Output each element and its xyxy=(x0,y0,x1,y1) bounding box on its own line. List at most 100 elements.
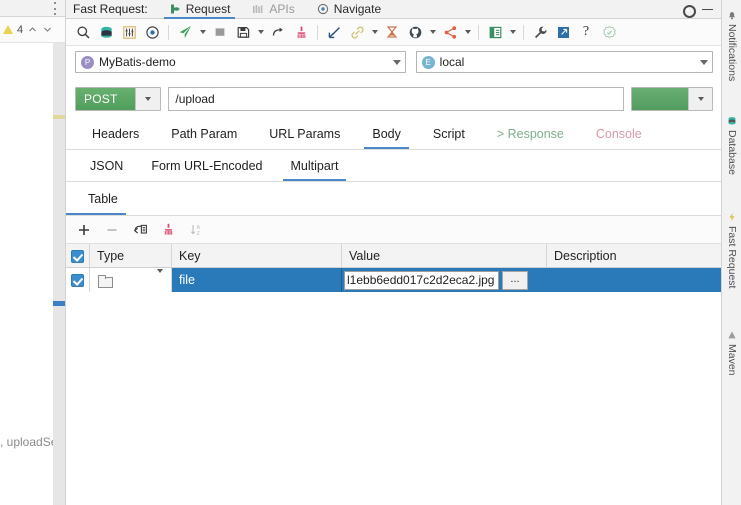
tab-script[interactable]: Script xyxy=(417,118,481,149)
editor-tab-bar xyxy=(0,0,65,17)
svg-text:Z: Z xyxy=(196,231,200,237)
url-input[interactable] xyxy=(168,87,624,111)
tab-response[interactable]: > Response xyxy=(481,118,580,149)
clear-broom-icon[interactable] xyxy=(158,220,178,240)
remove-row-icon[interactable] xyxy=(102,220,122,240)
tab-form-url-encoded-label: Form URL-Encoded xyxy=(151,158,263,173)
send-dropdown-icon[interactable] xyxy=(688,88,713,110)
gear-icon[interactable] xyxy=(682,4,696,18)
more-options-icon[interactable] xyxy=(53,2,56,15)
github-dropdown-icon[interactable] xyxy=(427,21,438,43)
tab-json[interactable]: JSON xyxy=(76,150,137,181)
tab-body[interactable]: Body xyxy=(356,118,417,149)
sidebar-item-fast-request-label: Fast Request xyxy=(726,226,738,289)
environment-combo[interactable]: E local xyxy=(415,51,713,73)
editor-scrollbar[interactable] xyxy=(53,43,65,505)
help-icon[interactable]: ? xyxy=(575,21,597,43)
tab-apis[interactable]: APIs xyxy=(241,0,305,19)
clear-broom-icon[interactable] xyxy=(290,21,312,43)
apis-icon xyxy=(252,3,264,15)
export-dropdown-icon[interactable] xyxy=(507,21,518,43)
expand-icon[interactable] xyxy=(552,21,574,43)
database-icon[interactable] xyxy=(95,21,117,43)
scrollbar-caret-mark xyxy=(53,301,65,306)
tab-form-url-encoded[interactable]: Form URL-Encoded xyxy=(137,150,276,181)
project-combo[interactable]: P MyBatis-demo xyxy=(75,51,406,73)
github-icon[interactable] xyxy=(404,21,426,43)
chevron-down-icon[interactable] xyxy=(700,59,708,65)
fast-request-tool-window: Fast Request: Request APIs Navigate ? P … xyxy=(65,0,722,505)
tab-path-param-label: Path Param xyxy=(171,126,238,141)
tab-multipart[interactable]: Multipart xyxy=(277,150,353,181)
link-dropdown-icon[interactable] xyxy=(369,21,380,43)
sidebar-item-maven[interactable]: Maven xyxy=(722,326,741,376)
browse-file-button[interactable]: ... xyxy=(502,270,528,290)
editor-content[interactable]: , uploadSe xyxy=(0,43,65,505)
file-path-input[interactable] xyxy=(344,270,499,290)
tab-path-param[interactable]: Path Param xyxy=(155,118,253,149)
header-type[interactable]: Type xyxy=(90,244,172,268)
send-plane-icon[interactable] xyxy=(174,21,196,43)
tab-navigate[interactable]: Navigate xyxy=(306,0,392,19)
http-method-combo[interactable]: POST xyxy=(75,87,162,111)
certified-icon[interactable] xyxy=(598,21,620,43)
http-method-dropdown-icon[interactable] xyxy=(135,88,161,110)
collapse-icon[interactable] xyxy=(323,21,345,43)
table-row[interactable]: file ... xyxy=(66,268,722,292)
row-type-cell[interactable] xyxy=(90,268,172,292)
header-value[interactable]: Value xyxy=(342,244,547,268)
share-icon[interactable] xyxy=(439,21,461,43)
row-checkbox[interactable] xyxy=(71,273,84,287)
hourglass-icon[interactable] xyxy=(381,21,403,43)
toolbar-separator xyxy=(168,24,169,40)
sidebar-item-notifications[interactable]: Notifications xyxy=(722,6,741,81)
tab-url-params[interactable]: URL Params xyxy=(253,118,356,149)
wrench-icon[interactable] xyxy=(529,21,551,43)
scrollbar-warning-mark xyxy=(53,115,65,119)
save-icon[interactable] xyxy=(232,21,254,43)
tab-headers[interactable]: Headers xyxy=(76,118,155,149)
sort-icon[interactable]: A Z xyxy=(186,220,206,240)
select-all-checkbox[interactable] xyxy=(71,249,84,263)
link-icon[interactable] xyxy=(346,21,368,43)
inspection-widget[interactable]: 4 xyxy=(0,17,65,43)
sidebar-item-database[interactable]: Database xyxy=(722,112,741,175)
tab-headers-label: Headers xyxy=(92,126,140,141)
sidebar-item-fast-request[interactable]: Fast Request xyxy=(722,208,741,288)
filters-icon[interactable] xyxy=(118,21,140,43)
stop-icon[interactable] xyxy=(209,21,231,43)
tab-json-label: JSON xyxy=(90,158,124,173)
search-icon[interactable] xyxy=(72,21,94,43)
header-key[interactable]: Key xyxy=(172,244,342,268)
tool-window-actions xyxy=(682,4,722,18)
tab-request[interactable]: Request xyxy=(158,0,242,19)
tab-navigate-label: Navigate xyxy=(333,2,382,16)
minimize-icon[interactable] xyxy=(702,8,713,10)
row-key-cell[interactable]: file xyxy=(172,268,342,292)
copy-paste-icon[interactable] xyxy=(130,220,150,240)
tab-table[interactable]: Table xyxy=(66,182,132,215)
tab-console[interactable]: Console xyxy=(580,118,658,149)
previous-problem-icon[interactable] xyxy=(27,24,38,35)
row-enabled-cell[interactable] xyxy=(66,268,90,292)
target-icon[interactable] xyxy=(141,21,163,43)
row-description-cell[interactable] xyxy=(547,268,722,292)
header-description[interactable]: Description xyxy=(547,244,722,268)
add-row-icon[interactable] xyxy=(74,220,94,240)
tool-window-title: Fast Request: xyxy=(73,1,148,16)
redo-icon[interactable] xyxy=(267,21,289,43)
request-icon xyxy=(169,3,181,15)
chevron-down-icon[interactable] xyxy=(392,59,401,65)
header-select-all[interactable] xyxy=(66,244,90,268)
share-dropdown-icon[interactable] xyxy=(462,21,473,43)
type-dropdown-icon[interactable] xyxy=(157,269,163,287)
row-value-cell[interactable]: ... xyxy=(342,268,547,292)
request-toolbar: ? xyxy=(66,19,722,46)
next-problem-icon[interactable] xyxy=(42,24,53,35)
save-dropdown-icon[interactable] xyxy=(255,21,266,43)
send-dropdown-icon[interactable] xyxy=(197,21,208,43)
send-request-button[interactable] xyxy=(630,87,714,111)
export-icon[interactable] xyxy=(484,21,506,43)
multipart-table: Type Key Value Description file ... xyxy=(66,244,722,505)
warning-triangle-icon xyxy=(3,25,13,34)
